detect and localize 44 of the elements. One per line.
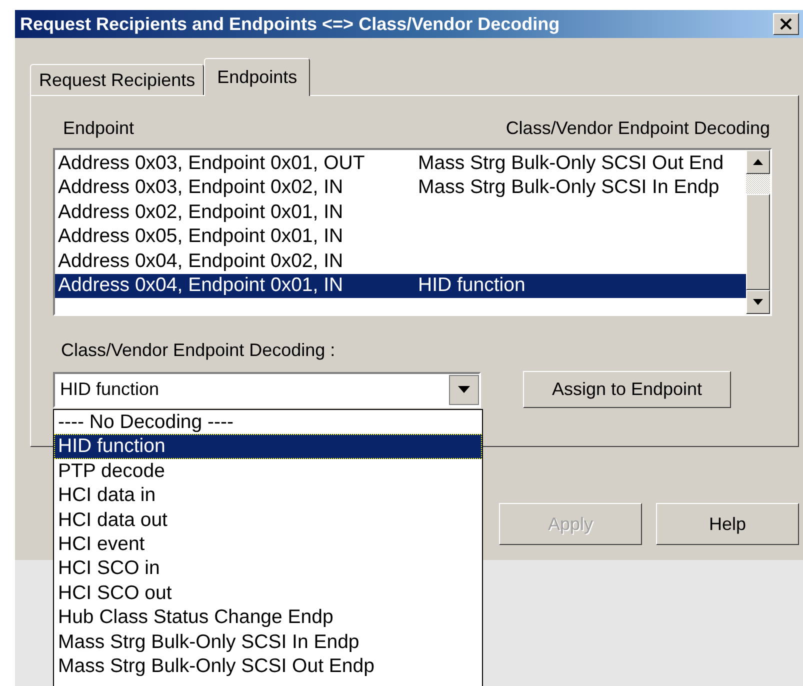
list-row[interactable]: Address 0x05, Endpoint 0x01, IN xyxy=(55,224,746,249)
column-header: Endpoint xyxy=(63,118,134,140)
scroll-down-button[interactable] xyxy=(746,290,770,314)
endpoint-text: Address 0x03, Endpoint 0x02, IN xyxy=(58,176,344,200)
scrollbar[interactable] xyxy=(746,150,770,314)
endpoint-text: Address 0x05, Endpoint 0x01, IN xyxy=(58,225,344,248)
list-row[interactable]: Address 0x03, Endpoint 0x01, OUT Mass Strg Bulk-Only SCSI Out End xyxy=(55,151,746,176)
dropdown-option[interactable]: HID function xyxy=(54,434,482,459)
dropdown-option[interactable]: HCI SCO out xyxy=(54,580,482,606)
decoding-text: HID function xyxy=(418,274,526,298)
decoding-dropdown[interactable]: HID function xyxy=(53,372,481,408)
decoding-text: Mass Strg Bulk-Only SCSI Out End xyxy=(418,152,724,175)
dropdown-option[interactable]: Mass Strg Bulk-Only SCSI Out Endp xyxy=(54,654,482,678)
endpoint-text: Address 0x04, Endpoint 0x02, IN xyxy=(58,250,344,273)
endpoint-text: Address 0x02, Endpoint 0x01, IN xyxy=(58,200,344,224)
window-title: Request Recipients and Endpoints <=> Class/Vendor Decoding xyxy=(20,14,560,34)
decoding-text: Mass Strg Bulk-Only SCSI In Endp xyxy=(418,176,720,200)
list-row[interactable]: Address 0x02, Endpoint 0x01, IN xyxy=(55,200,746,224)
field-label: Class/Vendor Endpoint Decoding : xyxy=(60,340,336,361)
close-icon xyxy=(779,18,793,30)
dropdown-option[interactable]: Hub Class Status Change Endp xyxy=(54,605,482,630)
dialog-button[interactable]: Help xyxy=(656,503,799,545)
dropdown-option[interactable]: HCI data in xyxy=(54,483,482,508)
dropdown-option[interactable]: HCI event xyxy=(54,532,482,556)
scroll-up-button[interactable] xyxy=(746,150,770,174)
tab[interactable]: Endpoints xyxy=(204,58,310,96)
scroll-thumb[interactable] xyxy=(746,194,770,290)
endpoint-text: Address 0x04, Endpoint 0x01, IN xyxy=(58,274,344,298)
assign-button[interactable]: Assign to Endpoint xyxy=(523,371,731,408)
list-row[interactable]: Address 0x04, Endpoint 0x01, IN HID function xyxy=(55,274,746,298)
tab[interactable]: Request Recipients xyxy=(30,64,204,95)
dropdown-option[interactable]: Mass Strg Bulk-Only SCSI In Endp xyxy=(54,630,482,654)
dropdown-option[interactable]: PTP decode xyxy=(54,458,482,484)
dropdown-option[interactable]: HCI SCO in xyxy=(54,556,482,581)
dropdown-option[interactable]: HCI data out xyxy=(54,508,482,532)
close-button[interactable] xyxy=(773,13,799,35)
dropdown-option[interactable]: ---- No Decoding ---- xyxy=(54,410,482,434)
list-row[interactable]: Address 0x03, Endpoint 0x02, IN Mass Strg Bulk-Only SCSI In Endp xyxy=(55,176,746,200)
column-header: Class/Vendor Endpoint Decoding xyxy=(506,118,770,140)
list-row[interactable]: Address 0x04, Endpoint 0x02, IN xyxy=(55,249,746,274)
down-arrow-icon xyxy=(753,299,763,305)
endpoint-text: Address 0x03, Endpoint 0x01, OUT xyxy=(58,152,366,175)
down-arrow-icon xyxy=(458,386,470,393)
up-arrow-icon xyxy=(753,159,763,165)
